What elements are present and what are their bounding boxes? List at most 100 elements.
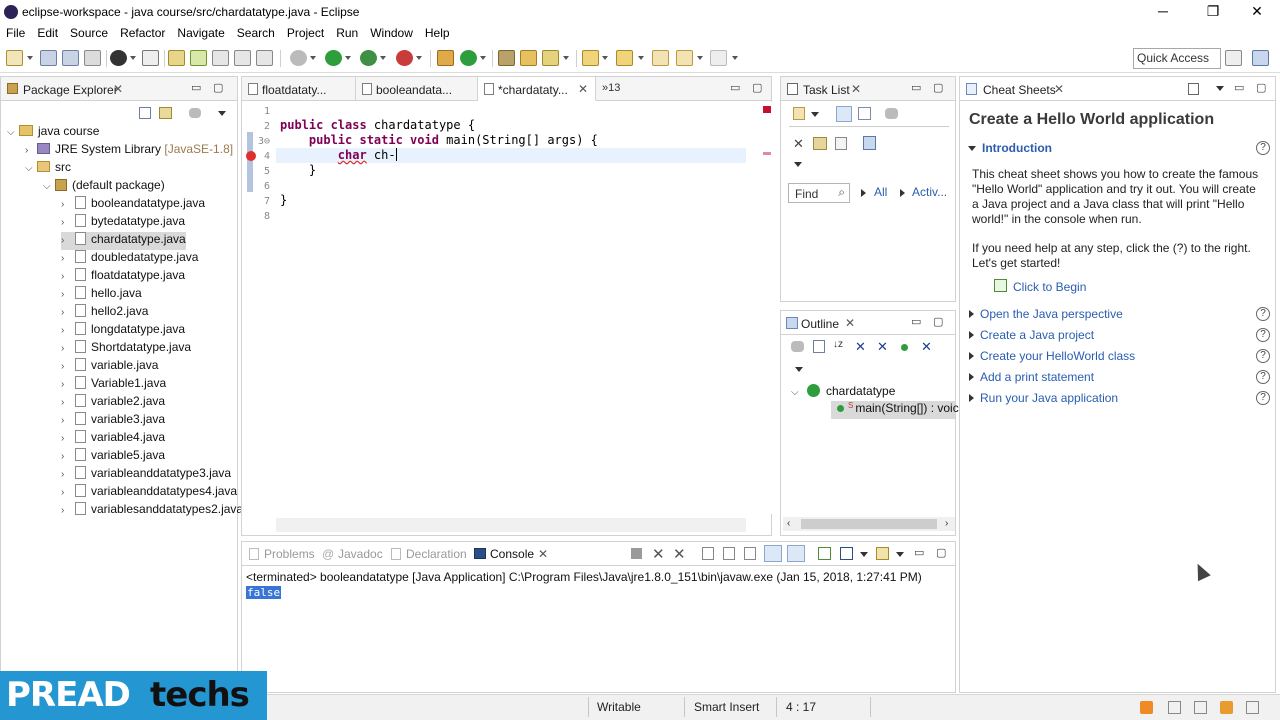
- show-on-stdout-icon[interactable]: [764, 545, 782, 562]
- tree-file[interactable]: › variable4.java: [61, 430, 165, 448]
- chevron-right-icon[interactable]: ›: [61, 361, 71, 372]
- view-menu-icon[interactable]: [218, 111, 226, 116]
- help-icon[interactable]: ?: [1256, 349, 1270, 363]
- perspective-icon[interactable]: [110, 50, 127, 66]
- back-dropdown-icon[interactable]: [697, 56, 703, 60]
- step-add-print-statement[interactable]: Add a print statement: [980, 370, 1094, 384]
- maximize-view-icon[interactable]: ▢: [1256, 81, 1266, 94]
- categorized-icon[interactable]: [836, 106, 852, 122]
- scroll-right-icon[interactable]: ›: [945, 518, 948, 529]
- scroll-thumb[interactable]: [801, 519, 937, 529]
- chevron-right-icon[interactable]: [969, 394, 974, 402]
- tree-file[interactable]: › bytedatatype.java: [61, 214, 185, 232]
- minimize-view-icon[interactable]: ▭: [191, 81, 201, 94]
- close-icon[interactable]: ✕: [851, 82, 861, 96]
- debug-dropdown-icon[interactable]: [310, 56, 316, 60]
- close-icon[interactable]: ✕: [538, 547, 548, 561]
- tree-file[interactable]: › variableanddatatype3.java: [61, 466, 231, 484]
- menu-run[interactable]: Run: [330, 24, 364, 44]
- code-line-5[interactable]: }: [280, 163, 316, 177]
- view-menu-icon[interactable]: [795, 367, 803, 372]
- chevron-right-icon[interactable]: ›: [61, 217, 71, 228]
- chevron-down-icon[interactable]: [968, 146, 976, 151]
- search-dropdown-icon[interactable]: [563, 56, 569, 60]
- menu-project[interactable]: Project: [281, 24, 330, 44]
- maximize-view-icon[interactable]: ▢: [936, 546, 946, 559]
- chevron-right-icon[interactable]: [969, 373, 974, 381]
- filter-icon[interactable]: [813, 137, 827, 150]
- minimize-view-icon[interactable]: ▭: [730, 81, 740, 94]
- editor-tab-chardatatype[interactable]: *chardataty... ✕: [478, 77, 596, 101]
- help-icon[interactable]: ?: [1256, 307, 1270, 321]
- run-icon[interactable]: [325, 50, 342, 66]
- menu-help[interactable]: Help: [419, 24, 456, 44]
- chevron-right-icon[interactable]: [969, 352, 974, 360]
- previous-annotation-dropdown-icon[interactable]: [638, 56, 644, 60]
- save-all-icon[interactable]: [62, 50, 79, 66]
- new-task-icon[interactable]: [793, 107, 805, 120]
- chevron-right-icon[interactable]: ›: [61, 415, 71, 426]
- focus-icon[interactable]: [791, 341, 804, 352]
- collapse-all-icon[interactable]: [1188, 83, 1199, 95]
- minimize-view-icon[interactable]: ▭: [911, 81, 921, 94]
- step-create-helloworld-class[interactable]: Create your HelloWorld class: [980, 349, 1135, 363]
- tree-file[interactable]: › floatdatatype.java: [61, 268, 185, 286]
- chevron-right-icon[interactable]: ›: [61, 289, 71, 300]
- new-dropdown-icon[interactable]: [27, 56, 33, 60]
- highlight-icon[interactable]: [190, 50, 207, 66]
- package-explorer-tab[interactable]: Package Explorer ✕ ▭ ▢: [1, 77, 237, 101]
- code-line-7[interactable]: }: [280, 193, 287, 207]
- coverage-icon[interactable]: [360, 50, 377, 66]
- chevron-right-icon[interactable]: ›: [61, 325, 71, 336]
- search-icon[interactable]: ⌕: [838, 185, 845, 200]
- chevron-right-icon[interactable]: ›: [61, 235, 71, 246]
- chevron-right-icon[interactable]: ›: [61, 271, 71, 282]
- minimize-view-icon[interactable]: ▭: [914, 546, 924, 559]
- code-line-2[interactable]: public class chardatatype {: [280, 118, 475, 132]
- tree-file[interactable]: › chardatatype.java: [61, 232, 186, 250]
- new-class-dropdown-icon[interactable]: [480, 56, 486, 60]
- code-line-3[interactable]: public static void main(String[] args) {: [280, 133, 598, 147]
- notification-icon[interactable]: [1168, 701, 1181, 714]
- chevron-right-icon[interactable]: ›: [61, 343, 71, 354]
- close-icon[interactable]: ✕: [113, 82, 123, 96]
- save-icon[interactable]: [40, 50, 57, 66]
- tree-file[interactable]: › variable.java: [61, 358, 158, 376]
- tree-src[interactable]: ⌵ src: [25, 160, 71, 178]
- maximize-view-icon[interactable]: ▢: [933, 81, 943, 94]
- chevron-down-icon[interactable]: ⌵: [43, 181, 53, 192]
- collapse-all-icon[interactable]: [813, 340, 825, 353]
- menu-navigate[interactable]: Navigate: [171, 24, 230, 44]
- show-on-stderr-icon[interactable]: [787, 545, 805, 562]
- tree-file[interactable]: › longdatatype.java: [61, 322, 185, 340]
- code-line-4[interactable]: char ch-: [280, 148, 397, 162]
- close-icon[interactable]: ✕: [845, 316, 855, 330]
- collapse-all-icon[interactable]: [139, 107, 151, 119]
- horizontal-scrollbar[interactable]: ‹ ›: [783, 517, 955, 531]
- open-folder-icon[interactable]: [520, 50, 537, 66]
- tab-javadoc[interactable]: Javadoc: [338, 547, 383, 561]
- scheduled-icon[interactable]: [858, 107, 871, 120]
- step-run-java-application[interactable]: Run your Java application: [980, 391, 1118, 405]
- outline-tab[interactable]: Outline ✕ ▭ ▢: [781, 311, 955, 335]
- forward-icon[interactable]: [710, 50, 727, 66]
- tips-icon[interactable]: [1220, 701, 1233, 714]
- maximize-view-icon[interactable]: ▢: [213, 81, 223, 94]
- remove-launch-icon[interactable]: ✕: [652, 545, 665, 563]
- editor-tab-overflow[interactable]: »13: [602, 82, 620, 94]
- hide-static-icon[interactable]: ✕: [877, 340, 890, 353]
- menu-window[interactable]: Window: [364, 24, 419, 44]
- open-console-dropdown-icon[interactable]: [896, 552, 904, 557]
- chevron-right-icon[interactable]: ›: [61, 505, 71, 516]
- open-type-icon[interactable]: [168, 50, 185, 66]
- external-tools-icon[interactable]: [396, 50, 413, 66]
- overview-ruler[interactable]: [762, 102, 772, 514]
- chevron-right-icon[interactable]: ›: [25, 145, 35, 156]
- debug-icon[interactable]: [290, 50, 307, 66]
- chevron-right-icon[interactable]: ›: [61, 451, 71, 462]
- view-menu-icon[interactable]: [1216, 86, 1224, 91]
- chevron-down-icon[interactable]: ⌵: [7, 127, 17, 138]
- hide-local-types-icon[interactable]: ✕: [921, 340, 934, 353]
- hide-fields-icon[interactable]: ✕: [855, 340, 868, 353]
- error-overview-icon[interactable]: [763, 106, 771, 113]
